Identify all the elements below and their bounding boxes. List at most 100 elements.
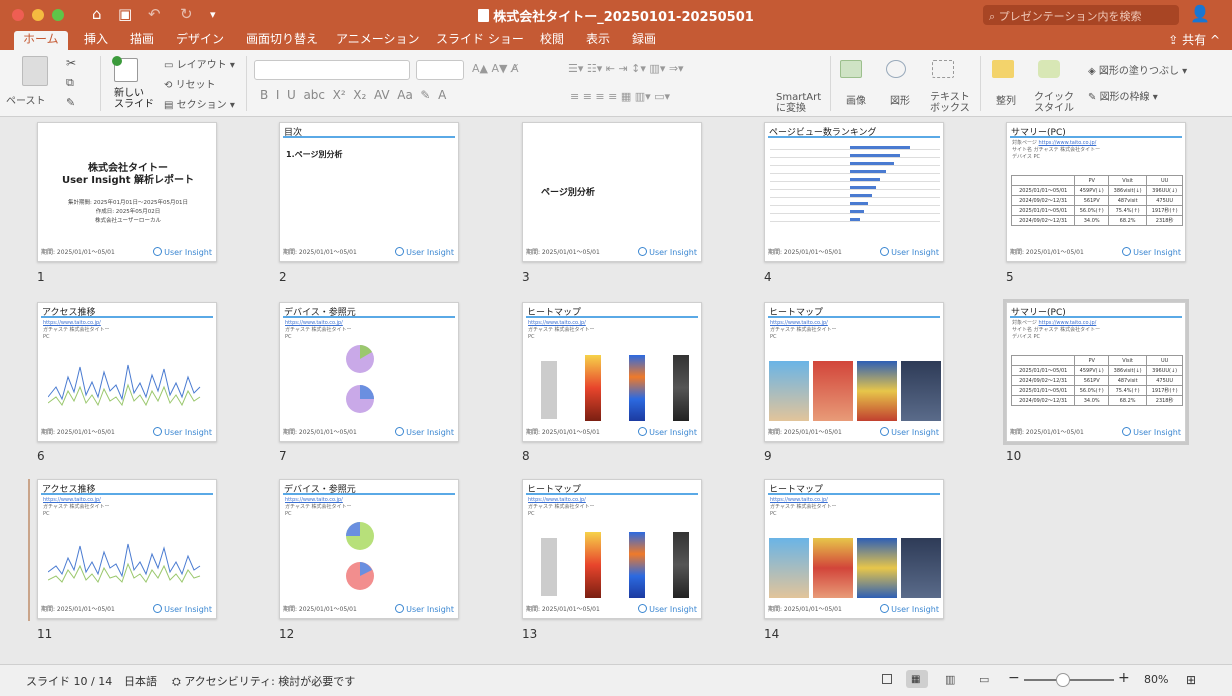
table-cell: 68.2% [1107,215,1148,226]
title-underline [283,136,455,138]
font-family-select[interactable] [254,60,410,80]
font-size-select[interactable] [416,60,464,80]
normal-view-icon[interactable] [876,670,898,688]
slide-thumbnail[interactable]: 目次 1.ページ別分析 期間: 2025/01/01〜05/01 User In… [279,122,459,262]
reset-button[interactable]: ⟲ リセット [164,76,216,91]
table-cell: 2318秒 [1146,395,1183,406]
slide-thumbnail[interactable]: デバイス・参照元 https://www.taito.co.jp/ガチャステ 株… [279,302,459,442]
summary-table: PV Visit UU 2025/01/01〜05/01 459PV(↓) 386vis… [1010,355,1183,406]
slide-footer: 期間: 2025/01/01〜05/01 [41,429,115,436]
tab-transitions[interactable]: 画面切り替え [244,31,320,50]
tab-home[interactable]: ホーム [14,31,68,50]
shape-outline-button[interactable]: ✎ 図形の枠線 ▾ [1088,88,1158,103]
title-underline [526,493,698,495]
quick-styles-icon[interactable] [1038,60,1060,78]
meta-value: PC [43,511,50,517]
shape-fill-button[interactable]: ◈ 図形の塗りつぶし ▾ [1088,62,1187,77]
tab-insert[interactable]: 挿入 [82,31,110,50]
slide-thumbnail[interactable]: ページビュー数ランキング 期間: 2025/01/01〜05/01 User I… [764,122,944,262]
tab-record[interactable]: 録画 [630,31,658,50]
slide-thumbnail[interactable]: ヒートマップ https://www.taito.co.jp/ガチャステ 株式会… [764,479,944,619]
section-button[interactable]: ▤ セクション ▾ [164,96,235,111]
slide-meta: 対象ページ https://www.taito.co.jp/ サイト名 ガチャス… [1012,140,1100,161]
slide-thumbnail[interactable]: サマリー(PC) 対象ページ https://www.taito.co.jp/ … [1006,122,1186,262]
table-row [770,145,940,150]
copy-icon[interactable]: ⧉ [66,76,74,90]
page-thumbnail [541,361,557,419]
slide-number: 7 [279,449,287,463]
heatmap-image [813,361,853,421]
table-cell: 2025/01/01〜05/01 [1010,205,1076,216]
layout-button[interactable]: ▭ レイアウト ▾ [164,56,235,71]
accessibility-icon: ⛭ [172,675,185,688]
new-slide-label[interactable]: 新しい スライド [114,88,154,110]
zoom-level[interactable]: 80% [1144,673,1168,686]
accessibility-button[interactable]: ⛭ アクセシビリティ: 検討が必要です [172,673,355,689]
meta-link: https://www.taito.co.jp/ [285,320,343,326]
slide-thumbnail[interactable]: ページ別分析 期間: 2025/01/01〜05/01 User Insight [522,122,702,262]
slide-thumbnail[interactable]: アクセス推移 https://www.taito.co.jp/ガチャステ 株式会… [37,302,217,442]
textbox-icon[interactable] [932,60,954,78]
meta-link: https://www.taito.co.jp/ [528,497,586,503]
paste-label: ペースト [6,96,46,107]
brand-logo: User Insight [395,604,454,614]
fit-to-window-icon[interactable]: ⊞ [1186,673,1196,687]
arrange-label[interactable]: 整列 [996,92,1016,107]
brand-logo: User Insight [153,427,212,437]
meta-value: ガチャステ 株式会社タイトー [1033,147,1101,153]
list-icons[interactable]: ☰▾ ☷▾ ⇤ ⇥ ↕▾ ▥▾ ⇒▾ [568,62,684,75]
language-indicator[interactable]: 日本語 [124,673,157,689]
smartart-label[interactable]: SmartArt に変換 [776,92,821,114]
tab-animations[interactable]: アニメーション [334,31,422,50]
meta-value: PC [528,511,535,517]
tab-design[interactable]: デザイン [174,31,226,50]
tab-draw[interactable]: 描画 [128,31,156,50]
textbox-label[interactable]: テキスト ボックス [930,92,970,114]
table-cell: 487visit [1107,195,1148,206]
slide-thumbnail[interactable]: 株式会社タイトー User Insight 解析レポート 集計期間: 2025年… [37,122,217,262]
slide-thumbnail[interactable]: アクセス推移 https://www.taito.co.jp/ガチャステ 株式会… [37,479,217,619]
summary-table: PV Visit UU 2025/01/01〜05/01 459PV(↓) 386vis… [1010,175,1183,226]
zoom-slider-knob[interactable] [1056,673,1070,687]
format-painter-icon[interactable]: ✎ [66,96,75,109]
profile-icon[interactable]: 👤 [1190,4,1210,23]
paste-icon[interactable] [22,56,48,86]
shapes-label[interactable]: 図形 [890,92,910,107]
slide-thumbnail[interactable]: ヒートマップ https://www.taito.co.jp/ガチャステ 株式会… [522,302,702,442]
table-row [770,161,940,166]
slide-thumbnail[interactable]: ヒートマップ https://www.taito.co.jp/ガチャステ 株式会… [522,479,702,619]
new-slide-icon[interactable] [112,56,138,82]
reset-icon: ⟲ [164,80,176,91]
arrange-icon[interactable] [992,60,1014,78]
reading-view-icon[interactable]: ▥ [940,670,962,688]
slideshow-view-icon[interactable]: ▭ [974,670,996,688]
slide-thumbnail-selected[interactable]: サマリー(PC) 対象ページ https://www.taito.co.jp/ … [1003,299,1189,445]
picture-label[interactable]: 画像 [846,92,866,107]
align-icons[interactable]: ≡ ≡ ≡ ≡ ▦ ▥▾ ▭▾ [570,90,670,103]
tab-slideshow[interactable]: スライド ショー [434,31,526,50]
slide-meta: https://www.taito.co.jp/ガチャステ 株式会社タイトー PC [43,320,110,341]
table-cell: 2024/09/02〜12/31 [1010,375,1076,386]
picture-icon[interactable] [840,60,862,78]
zoom-out-icon[interactable]: − [1008,670,1020,686]
slide-thumbnail[interactable]: ヒートマップ https://www.taito.co.jp/ガチャステ 株式会… [764,302,944,442]
slide-number: 9 [764,449,772,463]
tab-view[interactable]: 表示 [584,31,612,50]
slide-footer: 期間: 2025/01/01〜05/01 [768,429,842,436]
slide-meta: https://www.taito.co.jp/ガチャステ 株式会社タイトー PC [770,320,837,341]
tab-review[interactable]: 校閲 [538,31,566,50]
table-cell: 56.0%(↑) [1074,385,1109,396]
quick-styles-label[interactable]: クイック スタイル [1034,92,1074,114]
cut-icon[interactable]: ✂ [66,56,76,70]
shapes-icon[interactable] [886,60,906,78]
brand-logo: User Insight [638,247,697,257]
share-button[interactable]: ⇪ 共有 ^ [1168,31,1220,48]
grow-font-icon[interactable]: A▲ A▼ A̸ [472,62,519,75]
slide-thumbnail[interactable]: デバイス・参照元 https://www.taito.co.jp/ガチャステ 株… [279,479,459,619]
page-thumbnail [541,538,557,596]
font-format-icons[interactable]: B I U abc X² X₂ AV Aa ✎ A [260,88,446,102]
zoom-in-icon[interactable]: + [1118,670,1130,686]
pen-icon: ✎ [1088,92,1100,103]
search-box[interactable]: ⌕ プレゼンテーション内を検索 [983,5,1179,25]
slide-sorter-view-icon[interactable]: ▦ [906,670,928,688]
